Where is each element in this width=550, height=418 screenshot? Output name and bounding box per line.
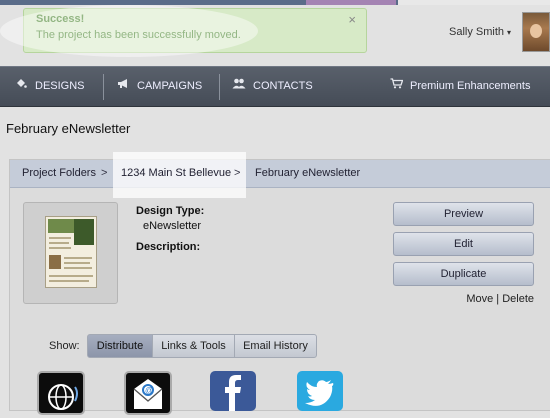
user-menu[interactable]: Sally Smith ▾ (449, 26, 511, 38)
nav-divider (103, 74, 104, 100)
move-delete-links: Move | Delete (466, 293, 534, 305)
chevron-down-icon: ▾ (507, 28, 512, 37)
avatar-face (530, 24, 542, 38)
breadcrumb-current: February eNewsletter (255, 167, 361, 179)
link-divider: | (496, 293, 500, 305)
tab-email-history[interactable]: Email History (234, 334, 317, 358)
tab-links-tools[interactable]: Links & Tools (152, 334, 235, 358)
nav-item-premium[interactable]: Premium Enhancements (389, 67, 530, 106)
nav-divider (219, 74, 220, 100)
paint-bucket-icon (14, 67, 28, 106)
top-tab-accent (306, 0, 396, 5)
globe-icon[interactable] (37, 371, 85, 415)
browser-top-strip (0, 0, 550, 5)
cart-icon (389, 67, 403, 106)
show-label: Show: (49, 340, 80, 352)
design-thumbnail[interactable] (23, 202, 118, 304)
user-name: Sally Smith (449, 26, 505, 38)
svg-text:@: @ (145, 386, 153, 395)
alert-highlight-overlay (0, 5, 258, 57)
nav-label-campaigns: CAMPAIGNS (137, 80, 203, 92)
nav-item-campaigns[interactable]: CAMPAIGNS (116, 67, 202, 106)
facebook-icon[interactable] (210, 371, 256, 411)
nav-label-premium: Premium Enhancements (410, 80, 531, 92)
close-icon[interactable]: × (348, 12, 356, 27)
nav-label-contacts: CONTACTS (253, 80, 313, 92)
design-type-label: Design Type: (136, 205, 205, 217)
breadcrumb-separator: > (101, 167, 108, 179)
twitter-icon[interactable] (297, 371, 343, 411)
duplicate-button[interactable]: Duplicate (393, 262, 534, 286)
nav-item-contacts[interactable]: CONTACTS (232, 67, 313, 106)
nav-item-designs[interactable]: DESIGNS (14, 67, 85, 106)
newsletter-preview-image (45, 216, 97, 288)
preview-button[interactable]: Preview (393, 202, 534, 226)
move-link[interactable]: Move (466, 293, 493, 305)
description-label: Description: (136, 241, 201, 253)
delete-link[interactable]: Delete (502, 293, 534, 305)
nav-label-designs: DESIGNS (35, 80, 85, 92)
edit-button[interactable]: Edit (393, 232, 534, 256)
breadcrumb-project-folders[interactable]: Project Folders (22, 160, 96, 187)
breadcrumb: Project Folders > 1234 Main St Bellevue … (10, 152, 550, 198)
project-panel: Project Folders > 1234 Main St Bellevue … (9, 152, 550, 415)
breadcrumb-separator: > (234, 167, 241, 179)
page-title: February eNewsletter (6, 121, 131, 136)
avatar[interactable] (522, 12, 550, 52)
breadcrumb-folder[interactable]: 1234 Main St Bellevue (121, 160, 231, 187)
email-icon[interactable]: @ (124, 371, 172, 415)
people-icon (232, 67, 246, 106)
top-tab-strip (398, 0, 550, 5)
tab-distribute[interactable]: Distribute (87, 334, 153, 358)
megaphone-icon (116, 67, 130, 106)
main-nav: DESIGNS CAMPAIGNS CONTACTS Premium Enhan… (0, 66, 550, 107)
design-type-value: eNewsletter (143, 220, 202, 232)
